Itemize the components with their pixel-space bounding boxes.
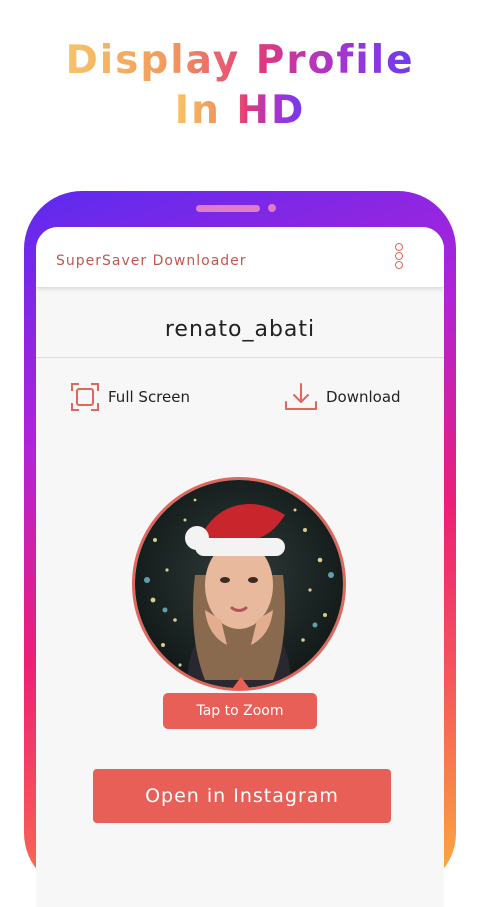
app-screen: SuperSaver Downloader renato_abati Full … bbox=[36, 227, 444, 907]
profile-photo bbox=[135, 480, 343, 688]
full-screen-label: Full Screen bbox=[108, 388, 190, 406]
download-button[interactable]: Download bbox=[284, 379, 401, 415]
download-label: Download bbox=[326, 388, 401, 406]
full-screen-button[interactable]: Full Screen bbox=[70, 379, 190, 415]
tap-to-zoom-button[interactable]: Tap to Zoom bbox=[163, 693, 317, 729]
front-camera bbox=[268, 204, 276, 212]
divider bbox=[36, 357, 444, 358]
headline-line-1: Display Profile bbox=[65, 38, 415, 83]
speaker-grille bbox=[196, 205, 260, 212]
phone-frame: SuperSaver Downloader renato_abati Full … bbox=[24, 191, 456, 907]
fullscreen-icon bbox=[71, 383, 99, 411]
tooltip-pointer bbox=[232, 677, 250, 689]
app-bar: SuperSaver Downloader bbox=[36, 227, 444, 287]
kebab-menu-icon[interactable] bbox=[392, 243, 406, 279]
download-icon bbox=[285, 383, 317, 410]
profile-username: renato_abati bbox=[164, 317, 316, 342]
open-in-instagram-button[interactable]: Open in Instagram bbox=[93, 769, 391, 823]
profile-avatar[interactable] bbox=[132, 477, 346, 691]
headline-line-2: In HD bbox=[174, 88, 306, 133]
app-title: SuperSaver Downloader bbox=[56, 253, 247, 269]
promo-headline: Display Profile In HD bbox=[0, 36, 480, 136]
